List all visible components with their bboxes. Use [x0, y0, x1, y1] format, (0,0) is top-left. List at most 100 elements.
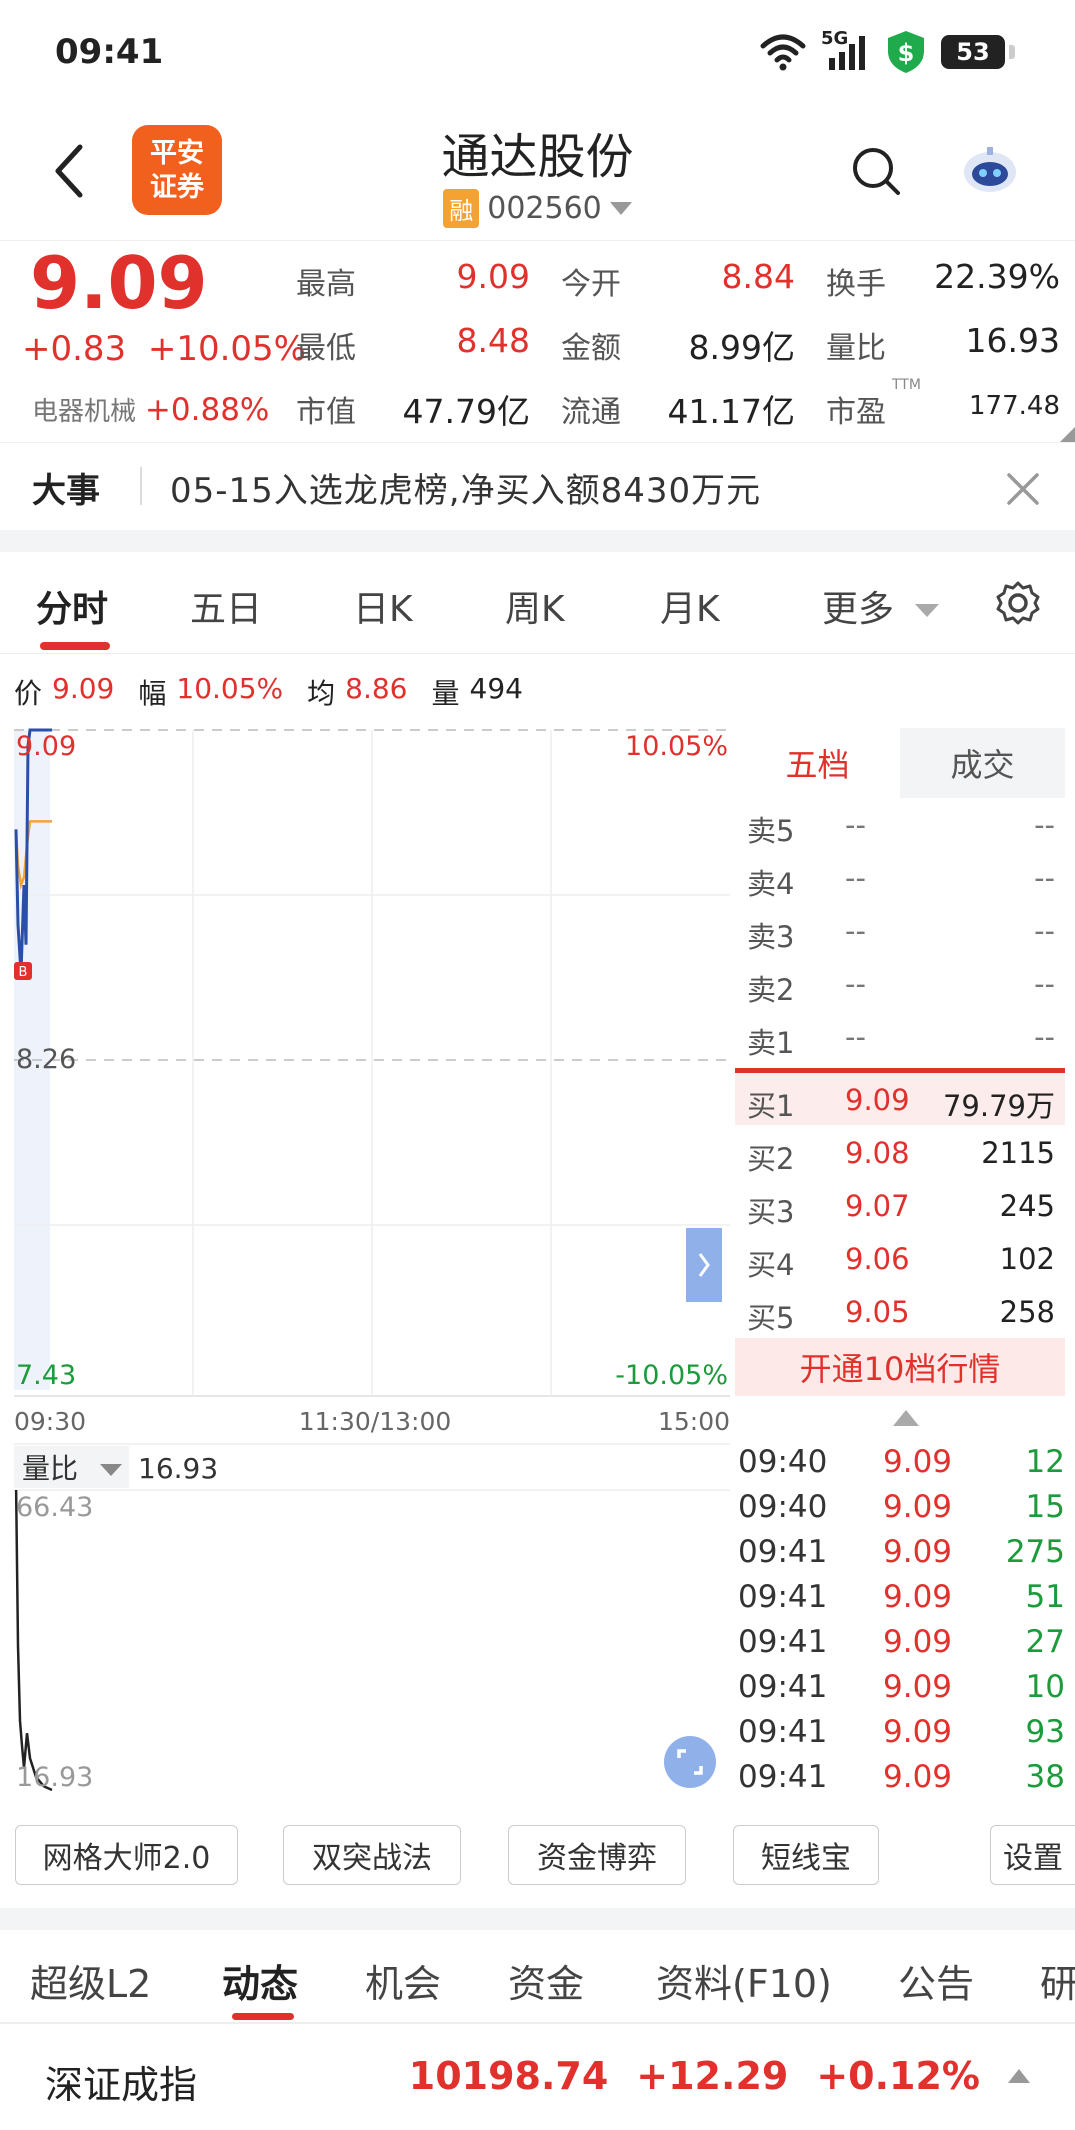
pct-top-label: 10.05% [625, 731, 728, 762]
trade-price: 9.09 [883, 1669, 953, 1705]
section-separator [0, 1908, 1075, 1930]
bid-row[interactable]: 买1 9.09 79.79万 [735, 1073, 1065, 1125]
expand-orderbook-handle[interactable] [686, 1228, 722, 1302]
bid-row[interactable]: 买4 9.06 102 [735, 1232, 1065, 1284]
tab-intraday[interactable]: 分时 [36, 580, 108, 632]
volume-ratio-value: 16.93 [138, 1452, 218, 1485]
level-label: 买2 [747, 1142, 795, 1176]
level-volume: 245 [999, 1189, 1055, 1223]
trade-time: 09:41 [738, 1714, 828, 1750]
trade-row: 09:41 9.09 275 [738, 1530, 1065, 1575]
buy-marker: B [14, 962, 32, 980]
quote-stat-value: 47.79亿 [402, 392, 530, 431]
sector-change[interactable]: 电器机械 +0.88% [32, 391, 269, 428]
trade-time: 09:41 [738, 1624, 828, 1660]
ask-row[interactable]: 卖1 -- -- [735, 1010, 1065, 1062]
level-price: 9.09 [845, 1083, 910, 1117]
grid-master-button[interactable]: 网格大师2.0 [15, 1825, 238, 1885]
active-tab-underline [232, 2013, 294, 2020]
quote-stat-label: 市盈 [826, 395, 886, 430]
trade-volume: 10 [1025, 1669, 1065, 1705]
upgrade-level10-button[interactable]: 开通10档行情 [735, 1338, 1065, 1396]
trade-row: 09:41 9.09 27 [738, 1620, 1065, 1665]
tab-f10[interactable]: 资料(F10) [656, 1953, 832, 2008]
caret-up-icon[interactable] [893, 1410, 919, 1426]
trade-row: 09:41 9.09 51 [738, 1575, 1065, 1620]
quote-stat-value: 177.48 [969, 391, 1060, 421]
tab-super-l2[interactable]: 超级L2 [30, 1953, 151, 2008]
bid-row[interactable]: 买5 9.05 258 [735, 1285, 1065, 1337]
index-bar[interactable]: 深证成指 10198.74 +12.29 +0.12% [0, 2022, 1075, 2130]
quote-stat-label: 流通 [561, 395, 621, 430]
ask-row[interactable]: 卖5 -- -- [735, 798, 1065, 850]
short-term-button[interactable]: 短线宝 [733, 1825, 879, 1885]
double-breakout-button[interactable]: 双突战法 [283, 1825, 461, 1885]
index-values: 10198.74 +12.29 +0.12% [409, 2054, 1030, 2098]
y-bottom-label: 7.43 [16, 1360, 76, 1391]
tab-monthly-k[interactable]: 月K [660, 580, 720, 632]
tab-daily-k[interactable]: 日K [353, 580, 413, 632]
level-price: 9.08 [845, 1136, 910, 1170]
tab-news[interactable]: 动态 [222, 1953, 298, 2008]
tab-announcements[interactable]: 公告 [898, 1953, 974, 2008]
trade-volume: 27 [1025, 1624, 1065, 1660]
tab-capital[interactable]: 资金 [508, 1953, 584, 2008]
quote-stat-value: 16.93 [965, 321, 1060, 360]
robot-assistant-icon[interactable] [960, 145, 1020, 195]
level-price: -- [845, 967, 866, 1001]
quote-stat-value: 22.39% [934, 257, 1060, 296]
level-price: -- [845, 861, 866, 895]
trade-row: 09:40 9.09 12 [738, 1440, 1065, 1485]
tab-research[interactable]: 研 [1040, 1953, 1075, 2008]
fullscreen-icon[interactable] [664, 1736, 716, 1788]
event-text[interactable]: 05-15入选龙虎榜,净买入额8430万元 [170, 463, 761, 512]
trade-volume: 51 [1025, 1579, 1065, 1615]
pct-bottom-label: -10.05% [615, 1360, 728, 1391]
caret-up-icon[interactable] [1008, 2069, 1030, 2083]
status-icons: 5G $ 53 [759, 28, 1015, 74]
tab-five-levels[interactable]: 五档 [735, 728, 900, 798]
volume-ratio-selector[interactable]: 量比 [14, 1446, 129, 1488]
bid-row[interactable]: 买2 9.08 2115 [735, 1126, 1065, 1178]
level-price: 9.05 [845, 1295, 910, 1329]
search-icon[interactable] [850, 145, 902, 197]
shield-dollar-icon: $ [888, 31, 924, 73]
trade-row: 09:41 9.09 38 [738, 1755, 1065, 1800]
trade-volume: 12 [1025, 1444, 1065, 1480]
intraday-chart[interactable]: B 9.09 8.26 7.43 10.05% -10.05% 09:30 11… [0, 720, 735, 1520]
tab-weekly-k[interactable]: 周K [505, 580, 565, 632]
level-volume: 79.79万 [942, 1089, 1055, 1123]
event-divider [140, 467, 142, 505]
ttm-label: TTM [892, 377, 921, 393]
x-label-close: 15:00 [658, 1407, 730, 1436]
trade-time: 09:40 [738, 1444, 828, 1480]
settings-button[interactable]: 设置 [990, 1825, 1075, 1885]
level-label: 卖5 [747, 814, 795, 848]
ask-row[interactable]: 卖4 -- -- [735, 851, 1065, 903]
trade-row: 09:41 9.09 10 [738, 1665, 1065, 1710]
event-bar[interactable]: 大事 05-15入选龙虎榜,净买入额8430万元 [0, 442, 1075, 530]
tab-opportunity[interactable]: 机会 [365, 1953, 441, 2008]
capital-game-button[interactable]: 资金博弈 [508, 1825, 686, 1885]
y-mid-label: 8.26 [16, 1044, 76, 1075]
margin-badge: 融 [443, 189, 480, 228]
bid-row[interactable]: 买3 9.07 245 [735, 1179, 1065, 1231]
level-volume: -- [1034, 808, 1055, 842]
tab-five-day[interactable]: 五日 [190, 580, 262, 632]
quote-stat-value: 41.17亿 [667, 392, 795, 431]
caret-down-icon [609, 201, 632, 215]
level-label: 卖2 [747, 973, 795, 1007]
tab-more[interactable]: 更多 [822, 580, 940, 632]
cellular-icon: 5G [821, 28, 871, 72]
level-label: 买3 [747, 1195, 795, 1229]
tab-trades[interactable]: 成交 [900, 728, 1065, 798]
stock-code-row[interactable]: 融 002560 [0, 189, 1075, 228]
trade-price: 9.09 [883, 1489, 953, 1525]
order-book: 五档 成交 卖5 -- -- 卖4 -- -- 卖3 -- -- 卖2 -- -- 卖1 -- -- 买1 9.… [735, 728, 1065, 1398]
close-icon[interactable] [1005, 471, 1041, 507]
ask-row[interactable]: 卖3 -- -- [735, 904, 1065, 956]
gear-icon[interactable] [995, 580, 1041, 626]
status-bar: 09:41 5G $ 53 [0, 0, 1075, 105]
ask-row[interactable]: 卖2 -- -- [735, 957, 1065, 1009]
level-price: 9.07 [845, 1189, 910, 1223]
